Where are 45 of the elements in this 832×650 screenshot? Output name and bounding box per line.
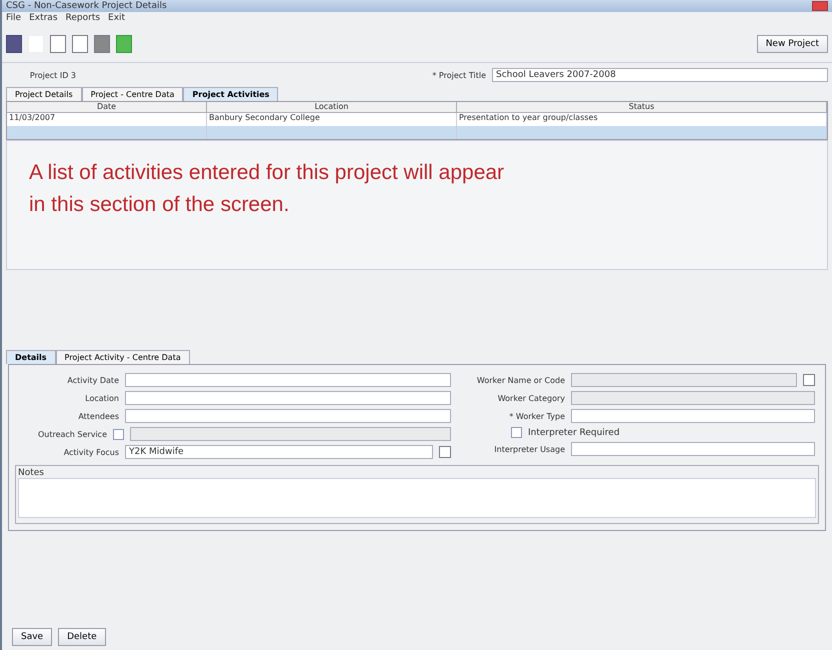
outreach-dropdown[interactable]: [130, 427, 451, 441]
worker-type-dropdown[interactable]: [571, 409, 815, 423]
project-id-label: Project ID 3: [28, 70, 76, 80]
attendees-field[interactable]: [125, 409, 451, 423]
table-row[interactable]: 11/03/2007 Banbury Secondary College Presentation to year group/classes: [7, 113, 827, 126]
menu-item[interactable]: Exit: [108, 13, 126, 25]
tab[interactable]: Project Details: [6, 87, 82, 101]
field-label: Worker Category: [496, 394, 565, 402]
field-label: Location: [84, 394, 119, 402]
field-label: Activity Focus: [62, 448, 119, 456]
field-label: Worker Name or Code: [476, 376, 565, 384]
column-header[interactable]: Status: [457, 102, 827, 113]
column-header[interactable]: Location: [207, 102, 457, 113]
menu-item[interactable]: File: [6, 13, 22, 25]
worker-name-dropdown[interactable]: [571, 373, 797, 387]
field-label: Activity Date: [66, 376, 119, 384]
worker-category-dropdown[interactable]: [571, 391, 815, 405]
menu-item[interactable]: Extras: [29, 13, 58, 25]
notes-label: Notes: [18, 468, 44, 478]
tab[interactable]: Project - Centre Data: [82, 87, 184, 101]
checkbox-label: Interpreter Required: [528, 428, 620, 438]
interpreter-usage-dropdown[interactable]: [571, 442, 815, 456]
date-field[interactable]: [125, 373, 451, 387]
project-title-field[interactable]: School Leavers 2007-2008: [492, 68, 828, 82]
delete-button[interactable]: Delete: [58, 628, 106, 646]
new-project-button[interactable]: New Project: [756, 35, 828, 53]
close-icon[interactable]: [812, 1, 828, 11]
field-label: Interpreter Usage: [493, 444, 565, 454]
menu-item[interactable]: Reports: [66, 13, 100, 25]
checkbox[interactable]: [113, 428, 124, 440]
window-title: CSG - Non-Casework Project Details: [6, 1, 167, 11]
save-button[interactable]: Save: [12, 628, 52, 646]
annotation-text: A list of activities entered for this project will appear in this section of the screen.: [29, 160, 506, 218]
column-header[interactable]: Date: [7, 102, 207, 113]
checkbox[interactable]: [511, 427, 522, 438]
tab[interactable]: Details: [6, 350, 56, 364]
notes-field[interactable]: [18, 478, 816, 518]
field-label: Outreach Service: [36, 430, 107, 438]
project-title-label: * Project Title: [431, 70, 486, 80]
activity-focus-dropdown[interactable]: Y2K Midwife: [125, 445, 433, 459]
field-label: * Worker Type: [508, 412, 565, 420]
tab[interactable]: Project Activity - Centre Data: [56, 350, 190, 364]
location-field[interactable]: [125, 391, 451, 405]
tab[interactable]: Project Activities: [183, 87, 278, 101]
field-label: Attendees: [77, 412, 119, 420]
